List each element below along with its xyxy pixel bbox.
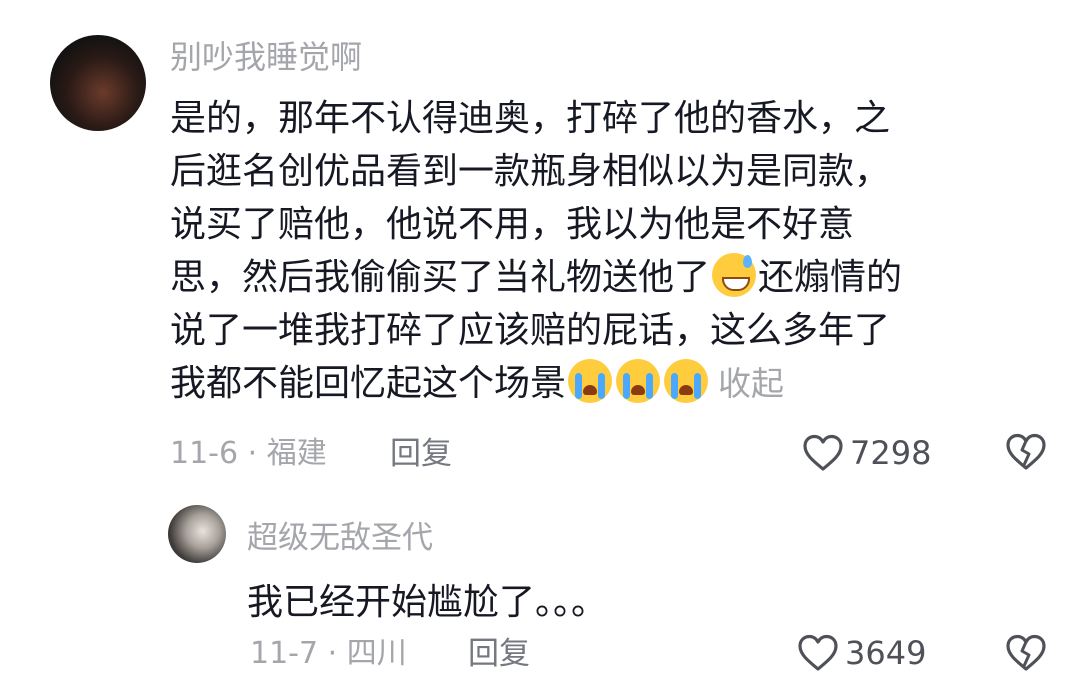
username[interactable]: 别吵我睡觉啊: [170, 37, 362, 77]
loudly-crying-emoji-icon: [664, 359, 709, 403]
loudly-crying-emoji-icon: [616, 359, 661, 403]
reply-button[interactable]: 回复: [390, 434, 452, 474]
comment-line-part: 思，然后我偷偷买了当礼物送他了: [170, 257, 711, 298]
username[interactable]: 超级无敌圣代: [247, 518, 433, 558]
comment-line: 说了一堆我打碎了应该赔的屁话，这么多年了: [170, 310, 891, 351]
loudly-crying-emoji-icon: [568, 359, 613, 403]
comment-text: 我已经开始尴尬了。。。: [247, 582, 608, 623]
reply-button[interactable]: 回复: [468, 634, 530, 674]
comment-line: 思，然后我偷偷买了当礼物送他了 还煽情的: [170, 251, 1040, 304]
comment-line: 说买了赔他，他说不用，我以为他是不好意: [170, 204, 855, 245]
comment-text: 是的，那年不认得迪奥，打碎了他的香水，之 后逛名创优品看到一款瓶身相似以为是同款…: [170, 92, 1040, 410]
heart-outline-icon: [803, 434, 843, 471]
grinning-sweat-emoji-icon: [712, 253, 757, 297]
collapse-button[interactable]: 收起: [718, 364, 784, 403]
broken-heart-icon[interactable]: [1004, 633, 1048, 673]
comment-meta: 11-6 · 福建: [170, 436, 327, 471]
comment-line-part: 还煽情的: [758, 257, 903, 298]
avatar[interactable]: [50, 35, 146, 131]
like-button[interactable]: 7298: [802, 433, 931, 473]
like-button[interactable]: 3649: [797, 633, 926, 673]
like-count: 3649: [845, 634, 927, 672]
like-count: 7298: [850, 434, 932, 472]
comment-line: 后逛名创优品看到一款瓶身相似以为是同款，: [170, 151, 891, 192]
comment-line-part: 我都不能回忆起这个场景: [170, 363, 567, 404]
comment-meta: 11-7 · 四川: [250, 636, 407, 671]
avatar[interactable]: [168, 505, 226, 563]
comment-line: 我都不能回忆起这个场景 收起: [170, 357, 1040, 410]
heart-outline-icon: [798, 634, 838, 671]
broken-heart-icon[interactable]: [1004, 432, 1048, 472]
comment-line: 是的，那年不认得迪奥，打碎了他的香水，之: [170, 98, 891, 139]
